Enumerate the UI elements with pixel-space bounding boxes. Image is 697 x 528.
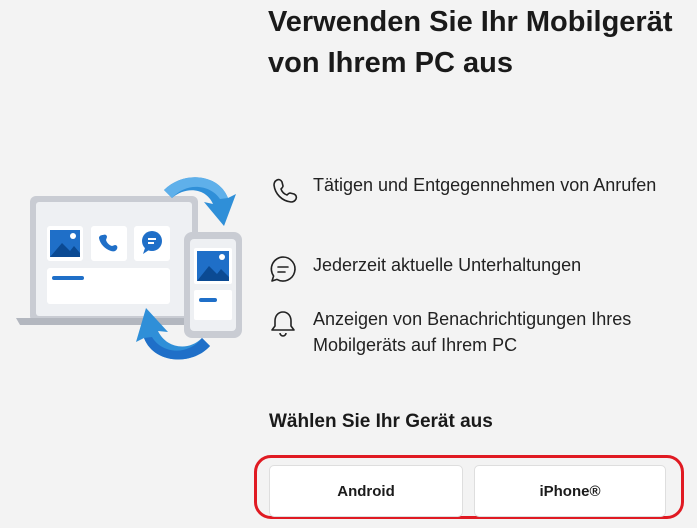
- iphone-button[interactable]: iPhone®: [474, 465, 666, 517]
- feature-text: Jederzeit aktuelle Unterhaltungen: [313, 255, 582, 275]
- android-button[interactable]: Android: [269, 465, 463, 517]
- feature-text: Tätigen und Entgegennehmen von Anrufen: [313, 175, 657, 195]
- page-title: Verwenden Sie Ihr Mobilgerät von Ihrem P…: [268, 6, 673, 79]
- chat-icon: [270, 256, 296, 282]
- feature-text: Anzeigen von Benachrichtigungen Ihres Mo…: [313, 309, 632, 355]
- phone-icon: [273, 178, 298, 203]
- phone-link-illustration: [16, 177, 242, 360]
- bell-icon: [271, 311, 295, 337]
- device-selection-heading: Wählen Sie Ihr Gerät aus: [269, 411, 493, 432]
